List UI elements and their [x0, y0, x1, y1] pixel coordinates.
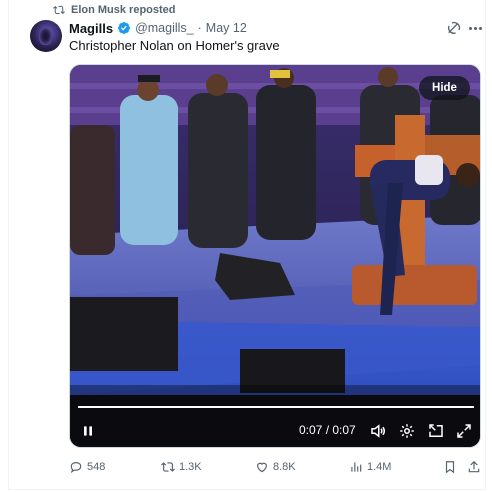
author-name[interactable]: Magills	[69, 21, 113, 36]
repost-icon	[161, 462, 175, 472]
views-chart-icon	[351, 462, 362, 472]
heart-icon	[257, 462, 267, 473]
share-icon[interactable]	[467, 459, 481, 475]
avatar[interactable]	[30, 20, 62, 52]
video-time: 0:07 / 0:07	[299, 423, 356, 437]
separator-dot: ·	[197, 21, 202, 35]
more-options-button[interactable]	[466, 19, 484, 37]
more-dot-icon	[468, 26, 472, 30]
pause-icon[interactable]	[80, 423, 96, 439]
reply-count: 548	[87, 461, 106, 473]
tweet-header: Magills @magills_ · May 12	[69, 20, 247, 36]
volume-icon[interactable]	[369, 422, 387, 440]
video-player[interactable]: Hide 0:07 / 0:07	[69, 64, 481, 448]
repost-icon	[53, 5, 65, 15]
video-controls: 0:07 / 0:07	[70, 415, 480, 447]
grok-icon[interactable]	[446, 20, 462, 36]
tweet-text: Christopher Nolan on Homer's grave	[69, 38, 280, 53]
video-progress-fill	[78, 406, 474, 408]
settings-gear-icon[interactable]	[398, 422, 416, 440]
reply-button[interactable]: 548	[69, 457, 105, 477]
pip-icon[interactable]	[427, 422, 445, 440]
repost-count: 1.3K	[179, 461, 202, 473]
reply-icon	[70, 462, 82, 474]
hide-button[interactable]: Hide	[419, 76, 470, 100]
tweet-actions: 548 1.3K 8.8K 1.4M	[69, 457, 487, 477]
author-handle[interactable]: @magills_	[135, 21, 194, 35]
views-button[interactable]: 1.4M	[349, 457, 391, 477]
like-count: 8.8K	[273, 461, 296, 473]
like-button[interactable]: 8.8K	[255, 457, 296, 477]
repost-button[interactable]: 1.3K	[161, 457, 202, 477]
repost-context[interactable]: Elon Musk reposted	[53, 3, 176, 17]
more-dot-icon	[478, 26, 482, 30]
video-frame	[70, 65, 480, 447]
post-date[interactable]: May 12	[206, 21, 247, 35]
tweet-card[interactable]: Elon Musk reposted Magills @magills_ · M…	[8, 0, 486, 490]
repost-label: Elon Musk reposted	[71, 4, 176, 16]
fullscreen-icon[interactable]	[455, 422, 473, 440]
verified-badge-icon	[118, 22, 131, 34]
view-count: 1.4M	[367, 461, 392, 473]
bookmark-icon[interactable]	[443, 459, 457, 475]
video-progress-bar[interactable]	[78, 406, 474, 408]
more-dot-icon	[473, 26, 477, 30]
